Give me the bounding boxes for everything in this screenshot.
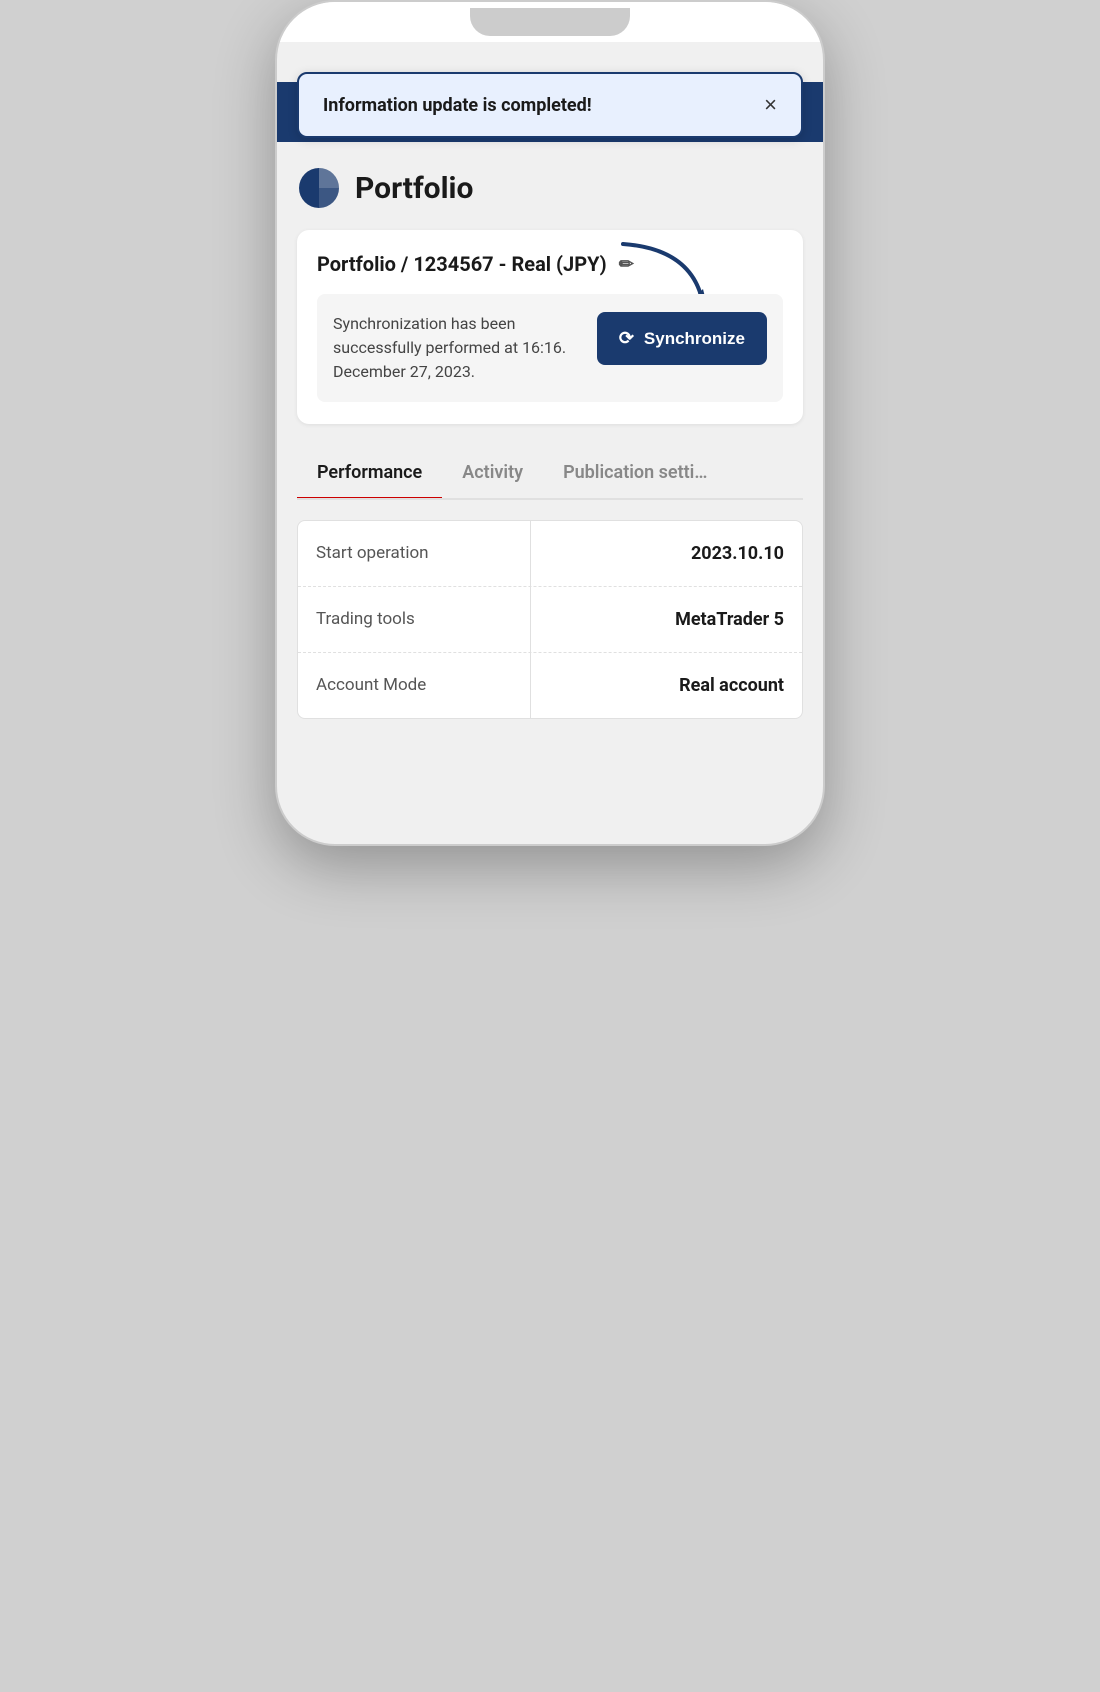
- tab-publication-settings[interactable]: Publication setti…: [543, 448, 727, 500]
- main-content: Portfolio Portfolio / 1234567 - Real (JP…: [277, 142, 823, 749]
- table-row: Account Mode Real account: [298, 653, 802, 718]
- portfolio-pie-icon: [297, 166, 341, 210]
- table-value-account-mode: Real account: [531, 653, 802, 718]
- sync-icon: ⟳: [619, 328, 634, 349]
- table-label-account-mode: Account Mode: [298, 653, 531, 718]
- table-label-start-operation: Start operation: [298, 521, 531, 586]
- synchronize-button[interactable]: ⟳ Synchronize: [597, 312, 767, 365]
- table-value-trading-tools: MetaTrader 5: [531, 587, 802, 652]
- table-value-start-operation: 2023.10.10: [531, 521, 802, 586]
- table-row: Trading tools MetaTrader 5: [298, 587, 802, 653]
- tab-performance[interactable]: Performance: [297, 448, 442, 500]
- sync-wrapper: Synchronization has been successfully pe…: [317, 294, 783, 402]
- sync-description: Synchronization has been successfully pe…: [333, 312, 581, 384]
- notch: [470, 8, 630, 36]
- portfolio-title-row: Portfolio: [297, 166, 803, 210]
- data-table: Start operation 2023.10.10 Trading tools…: [297, 520, 803, 719]
- phone-top: [277, 2, 823, 42]
- tab-activity[interactable]: Activity: [442, 448, 543, 500]
- table-row: Start operation 2023.10.10: [298, 521, 802, 587]
- notification-close-button[interactable]: ×: [764, 94, 777, 116]
- portfolio-title: Portfolio: [355, 171, 473, 206]
- portfolio-card: Portfolio / 1234567 - Real (JPY) ✏ Synch…: [297, 230, 803, 424]
- table-label-trading-tools: Trading tools: [298, 587, 531, 652]
- notification-text: Information update is completed!: [323, 95, 592, 116]
- notification-banner: Information update is completed! ×: [297, 72, 803, 138]
- tabs-row: Performance Activity Publication setti…: [297, 448, 803, 500]
- sync-section: Synchronization has been successfully pe…: [317, 294, 783, 402]
- phone-frame: Information update is completed! × ● Sil…: [275, 0, 825, 846]
